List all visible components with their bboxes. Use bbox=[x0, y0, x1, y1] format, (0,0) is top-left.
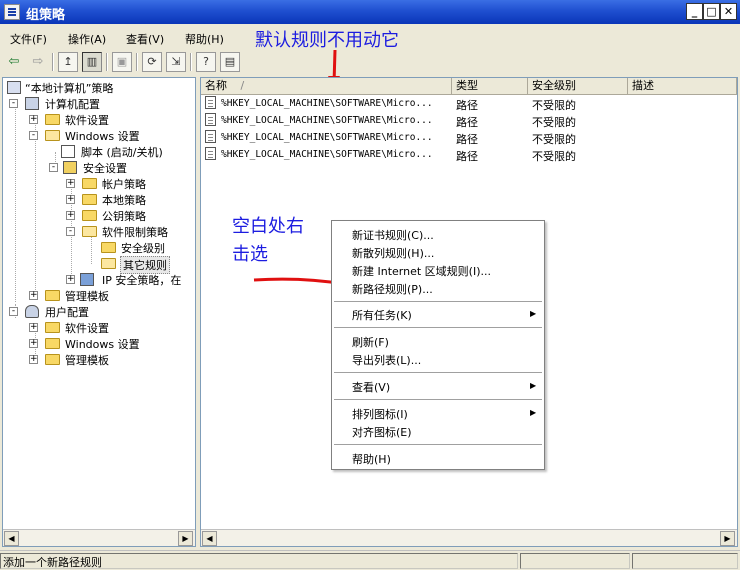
context-menu: 新证书规则(C)... 新散列规则(H)... 新建 Internet 区域规则… bbox=[331, 220, 545, 470]
back-arrow-icon[interactable]: ⇦ bbox=[4, 52, 24, 72]
ipsec-icon bbox=[80, 273, 94, 286]
window-title: 组策略 bbox=[26, 8, 66, 23]
status-panel-3 bbox=[632, 553, 738, 569]
collapse-icon[interactable]: - bbox=[9, 307, 18, 316]
menu-item-help[interactable]: 帮助(H) bbox=[352, 451, 391, 467]
policy-icon bbox=[7, 81, 21, 94]
expand-icon[interactable]: + bbox=[66, 275, 75, 284]
menu-help[interactable]: 帮助(H) bbox=[185, 31, 224, 47]
status-panel-2 bbox=[520, 553, 630, 569]
folder-icon bbox=[45, 290, 60, 301]
delete-icon[interactable]: ▣ bbox=[112, 52, 132, 72]
status-bar: 添加一个新路径规则 bbox=[0, 550, 740, 570]
menu-item-line-up-icons[interactable]: 对齐图标(E) bbox=[352, 424, 412, 440]
submenu-arrow-icon: ▶ bbox=[530, 381, 537, 390]
path-rule-icon bbox=[205, 96, 216, 109]
collapse-icon[interactable]: - bbox=[66, 227, 75, 236]
expand-icon[interactable]: + bbox=[66, 195, 75, 204]
group-policy-app-icon bbox=[4, 4, 20, 20]
menu-item-arrange-icons[interactable]: 排列图标(I) bbox=[352, 406, 408, 422]
folder-icon bbox=[82, 178, 97, 189]
folder-icon bbox=[45, 322, 60, 333]
expand-icon[interactable]: + bbox=[29, 355, 38, 364]
security-icon bbox=[63, 161, 77, 174]
up-folder-icon[interactable]: ↥ bbox=[58, 52, 78, 72]
expand-icon[interactable]: + bbox=[66, 179, 75, 188]
menu-item-refresh[interactable]: 刷新(F) bbox=[352, 334, 389, 350]
folder-open-icon bbox=[82, 226, 97, 237]
refresh-icon[interactable]: ⟳ bbox=[142, 52, 162, 72]
help-icon[interactable]: ? bbox=[196, 52, 216, 72]
folder-icon bbox=[45, 338, 60, 349]
collapse-icon[interactable]: - bbox=[9, 99, 18, 108]
show-hide-tree-icon[interactable]: ▥ bbox=[82, 52, 102, 72]
column-header-type[interactable]: 类型 bbox=[452, 78, 528, 95]
folder-icon bbox=[82, 210, 97, 221]
status-text: 添加一个新路径规则 bbox=[0, 553, 518, 569]
collapse-icon[interactable]: - bbox=[29, 131, 38, 140]
scroll-left-icon[interactable]: ◀ bbox=[4, 531, 19, 546]
expand-icon[interactable]: + bbox=[29, 291, 38, 300]
menu-item-all-tasks[interactable]: 所有任务(K) bbox=[352, 307, 412, 323]
tree-horizontal-scrollbar[interactable]: ◀ ▶ bbox=[3, 529, 195, 546]
menu-item-new-path-rule[interactable]: 新路径规则(P)... bbox=[352, 281, 433, 297]
expand-icon[interactable]: + bbox=[29, 115, 38, 124]
path-rule-icon bbox=[205, 130, 216, 143]
column-header-description[interactable]: 描述 bbox=[628, 78, 737, 95]
folder-open-icon bbox=[45, 130, 60, 141]
expand-icon[interactable]: + bbox=[66, 211, 75, 220]
menu-item-new-certificate-rule[interactable]: 新证书规则(C)... bbox=[352, 227, 434, 243]
export-list-icon[interactable]: ⇲ bbox=[166, 52, 186, 72]
scroll-right-icon[interactable]: ▶ bbox=[720, 531, 735, 546]
forward-arrow-icon[interactable]: ⇨ bbox=[28, 52, 48, 72]
scroll-left-icon[interactable]: ◀ bbox=[202, 531, 217, 546]
folder-icon bbox=[45, 114, 60, 125]
submenu-arrow-icon: ▶ bbox=[530, 309, 537, 318]
expand-icon[interactable]: + bbox=[29, 323, 38, 332]
policy-tree: “本地计算机”策略 - 计算机配置 + 软件设置 - Windows 设置 脚本… bbox=[2, 77, 196, 547]
menu-file[interactable]: 文件(F) bbox=[10, 31, 47, 47]
menu-item-new-internet-zone-rule[interactable]: 新建 Internet 区域规则(I)... bbox=[352, 263, 491, 279]
computer-icon bbox=[25, 97, 39, 110]
user-icon bbox=[25, 305, 39, 318]
collapse-icon[interactable]: - bbox=[49, 163, 58, 172]
expand-icon[interactable]: + bbox=[29, 339, 38, 348]
column-header-security-level[interactable]: 安全级别 bbox=[528, 78, 628, 95]
annotation-right-click-line2: 击选 bbox=[232, 244, 268, 265]
folder-icon bbox=[101, 242, 116, 253]
properties-icon[interactable]: ▤ bbox=[220, 52, 240, 72]
column-header-name[interactable]: 名称 / bbox=[201, 78, 452, 95]
toolbar: ⇦ ⇨ ↥ ▥ ▣ ⟳ ⇲ ? ▤ bbox=[0, 50, 740, 74]
submenu-arrow-icon: ▶ bbox=[530, 408, 537, 417]
menu-item-view[interactable]: 查看(V) bbox=[352, 379, 390, 395]
path-rule-icon bbox=[205, 147, 216, 160]
menu-action[interactable]: 操作(A) bbox=[68, 31, 106, 47]
list-horizontal-scrollbar[interactable]: ◀ ▶ bbox=[201, 529, 737, 546]
menu-item-export-list[interactable]: 导出列表(L)... bbox=[352, 352, 421, 368]
annotation-right-click-line1: 空白处右 bbox=[232, 216, 304, 237]
menu-view[interactable]: 查看(V) bbox=[126, 31, 164, 47]
folder-icon bbox=[82, 194, 97, 205]
path-rule-icon bbox=[205, 113, 216, 126]
close-button[interactable]: ✕ bbox=[720, 3, 737, 20]
minimize-button[interactable]: _ bbox=[686, 3, 703, 20]
maximize-button[interactable]: □ bbox=[703, 3, 720, 20]
scroll-right-icon[interactable]: ▶ bbox=[178, 531, 193, 546]
script-icon bbox=[61, 145, 75, 158]
menu-item-new-hash-rule[interactable]: 新散列规则(H)... bbox=[352, 245, 434, 261]
folder-icon bbox=[45, 354, 60, 365]
title-bar: 组策略 _ □ ✕ bbox=[0, 0, 740, 24]
sort-indicator-icon: / bbox=[240, 79, 245, 92]
folder-open-icon bbox=[101, 258, 116, 269]
